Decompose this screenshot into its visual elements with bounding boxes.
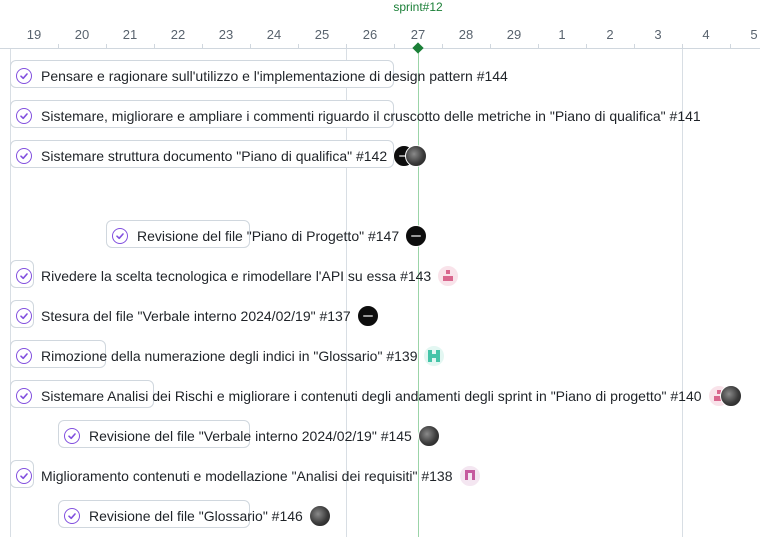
day-tick <box>634 44 635 48</box>
day-label: 29 <box>506 27 522 42</box>
item-title[interactable]: Revisione del file "Piano di Progetto" #… <box>137 228 399 244</box>
teal-identicon-icon[interactable] <box>423 345 446 367</box>
item-title[interactable]: Rimozione della numerazione degli indici… <box>41 348 417 364</box>
day-tick <box>586 44 587 48</box>
sprint-label[interactable]: sprint#12 <box>393 0 442 14</box>
assignee-avatars <box>356 305 379 327</box>
photo-avatar-icon[interactable] <box>405 145 428 167</box>
timeline-header: sprint#12 19 20 21 22 23 24 25 26 27 28 29 1 2 3 4 5 <box>0 0 760 49</box>
dark-avatar-icon[interactable] <box>405 225 428 247</box>
timeline-row: Sistemare Analisi dei Rischi e migliorar… <box>0 376 760 416</box>
item-title[interactable]: Sistemare Analisi dei Rischi e migliorar… <box>41 388 702 404</box>
timeline-row: Revisione del file "Glossario" #146 <box>0 496 760 536</box>
completed-check-icon <box>16 348 32 364</box>
day-tick <box>106 44 107 48</box>
day-label: 27 <box>410 27 426 42</box>
timeline-row: Stesura del file "Verbale interno 2024/0… <box>0 296 760 336</box>
assignee-avatars <box>405 225 428 247</box>
item-title[interactable]: Sistemare, migliorare e ampliare i comme… <box>41 108 701 124</box>
pink-identicon-icon[interactable] <box>437 265 460 287</box>
timeline-row: Pensare e ragionare sull'utilizzo e l'im… <box>0 56 760 96</box>
day-tick <box>538 44 539 48</box>
day-label: 4 <box>702 27 710 42</box>
completed-check-icon <box>16 388 32 404</box>
purple-identicon-icon[interactable] <box>458 465 481 487</box>
day-tick <box>730 44 731 48</box>
dark-avatar-icon[interactable] <box>356 305 379 327</box>
day-tick <box>682 44 683 48</box>
assignee-avatars <box>437 265 460 287</box>
timeline-row: Revisione del file "Verbale interno 2024… <box>0 416 760 456</box>
day-label: 20 <box>74 27 90 42</box>
completed-check-icon <box>16 308 32 324</box>
assignee-avatars <box>423 345 446 367</box>
completed-check-icon <box>16 68 32 84</box>
timeline-row: Sistemare struttura documento "Piano di … <box>0 136 760 176</box>
day-label: 21 <box>122 27 138 42</box>
assignee-avatars <box>458 465 481 487</box>
day-label: 26 <box>362 27 378 42</box>
day-label: 28 <box>458 27 474 42</box>
item-content[interactable]: Pensare e ragionare sull'utilizzo e l'im… <box>16 63 508 89</box>
item-content[interactable]: Revisione del file "Verbale interno 2024… <box>64 423 440 449</box>
day-tick <box>202 44 203 48</box>
timeline-row: Rimozione della numerazione degli indici… <box>0 336 760 376</box>
assignee-avatars <box>707 385 742 407</box>
timeline-row: Sistemare, migliorare e ampliare i comme… <box>0 96 760 136</box>
item-content[interactable]: Miglioramento contenuti e modellazione "… <box>16 463 481 489</box>
day-label: 22 <box>170 27 186 42</box>
item-title[interactable]: Sistemare struttura documento "Piano di … <box>41 148 387 164</box>
day-tick <box>490 44 491 48</box>
item-content[interactable]: Sistemare, migliorare e ampliare i comme… <box>16 103 701 129</box>
completed-check-icon <box>64 428 80 444</box>
day-tick <box>58 44 59 48</box>
day-label: 24 <box>266 27 282 42</box>
day-label: 3 <box>654 27 662 42</box>
item-title[interactable]: Revisione del file "Verbale interno 2024… <box>89 428 412 444</box>
item-content[interactable]: Rivedere la scelta tecnologica e rimodel… <box>16 263 460 289</box>
assignee-avatars <box>393 145 428 167</box>
item-content[interactable]: Sistemare struttura documento "Piano di … <box>16 143 428 169</box>
timeline-row: Revisione del file "Piano di Progetto" #… <box>0 216 760 256</box>
item-title[interactable]: Rivedere la scelta tecnologica e rimodel… <box>41 268 431 284</box>
item-title[interactable]: Pensare e ragionare sull'utilizzo e l'im… <box>41 68 508 84</box>
day-label: 25 <box>314 27 330 42</box>
day-label: 19 <box>26 27 42 42</box>
timeline-row: Rivedere la scelta tecnologica e rimodel… <box>0 256 760 296</box>
photo-avatar-icon[interactable] <box>719 385 742 407</box>
assignee-avatars <box>417 425 440 447</box>
item-content[interactable]: Revisione del file "Piano di Progetto" #… <box>112 223 428 249</box>
day-label: 5 <box>750 27 758 42</box>
item-content[interactable]: Sistemare Analisi dei Rischi e migliorar… <box>16 383 742 409</box>
item-title[interactable]: Stesura del file "Verbale interno 2024/0… <box>41 308 351 324</box>
day-tick <box>154 44 155 48</box>
item-title[interactable]: Miglioramento contenuti e modellazione "… <box>41 468 453 484</box>
photo-avatar-icon[interactable] <box>417 425 440 447</box>
completed-check-icon <box>16 268 32 284</box>
assignee-avatars <box>308 505 331 527</box>
item-title[interactable]: Revisione del file "Glossario" #146 <box>89 508 303 524</box>
completed-check-icon <box>64 508 80 524</box>
completed-check-icon <box>16 108 32 124</box>
item-content[interactable]: Stesura del file "Verbale interno 2024/0… <box>16 303 379 329</box>
day-tick <box>346 44 347 48</box>
item-content[interactable]: Revisione del file "Glossario" #146 <box>64 503 331 529</box>
day-tick <box>298 44 299 48</box>
timeline-row: Miglioramento contenuti e modellazione "… <box>0 456 760 496</box>
completed-check-icon <box>16 148 32 164</box>
day-label: 23 <box>218 27 234 42</box>
completed-check-icon <box>16 468 32 484</box>
day-tick <box>250 44 251 48</box>
day-label: 2 <box>606 27 614 42</box>
day-tick <box>442 44 443 48</box>
photo-avatar-icon[interactable] <box>308 505 331 527</box>
item-content[interactable]: Rimozione della numerazione degli indici… <box>16 343 446 369</box>
day-label: 1 <box>558 27 566 42</box>
completed-check-icon <box>112 228 128 244</box>
day-tick <box>394 44 395 48</box>
